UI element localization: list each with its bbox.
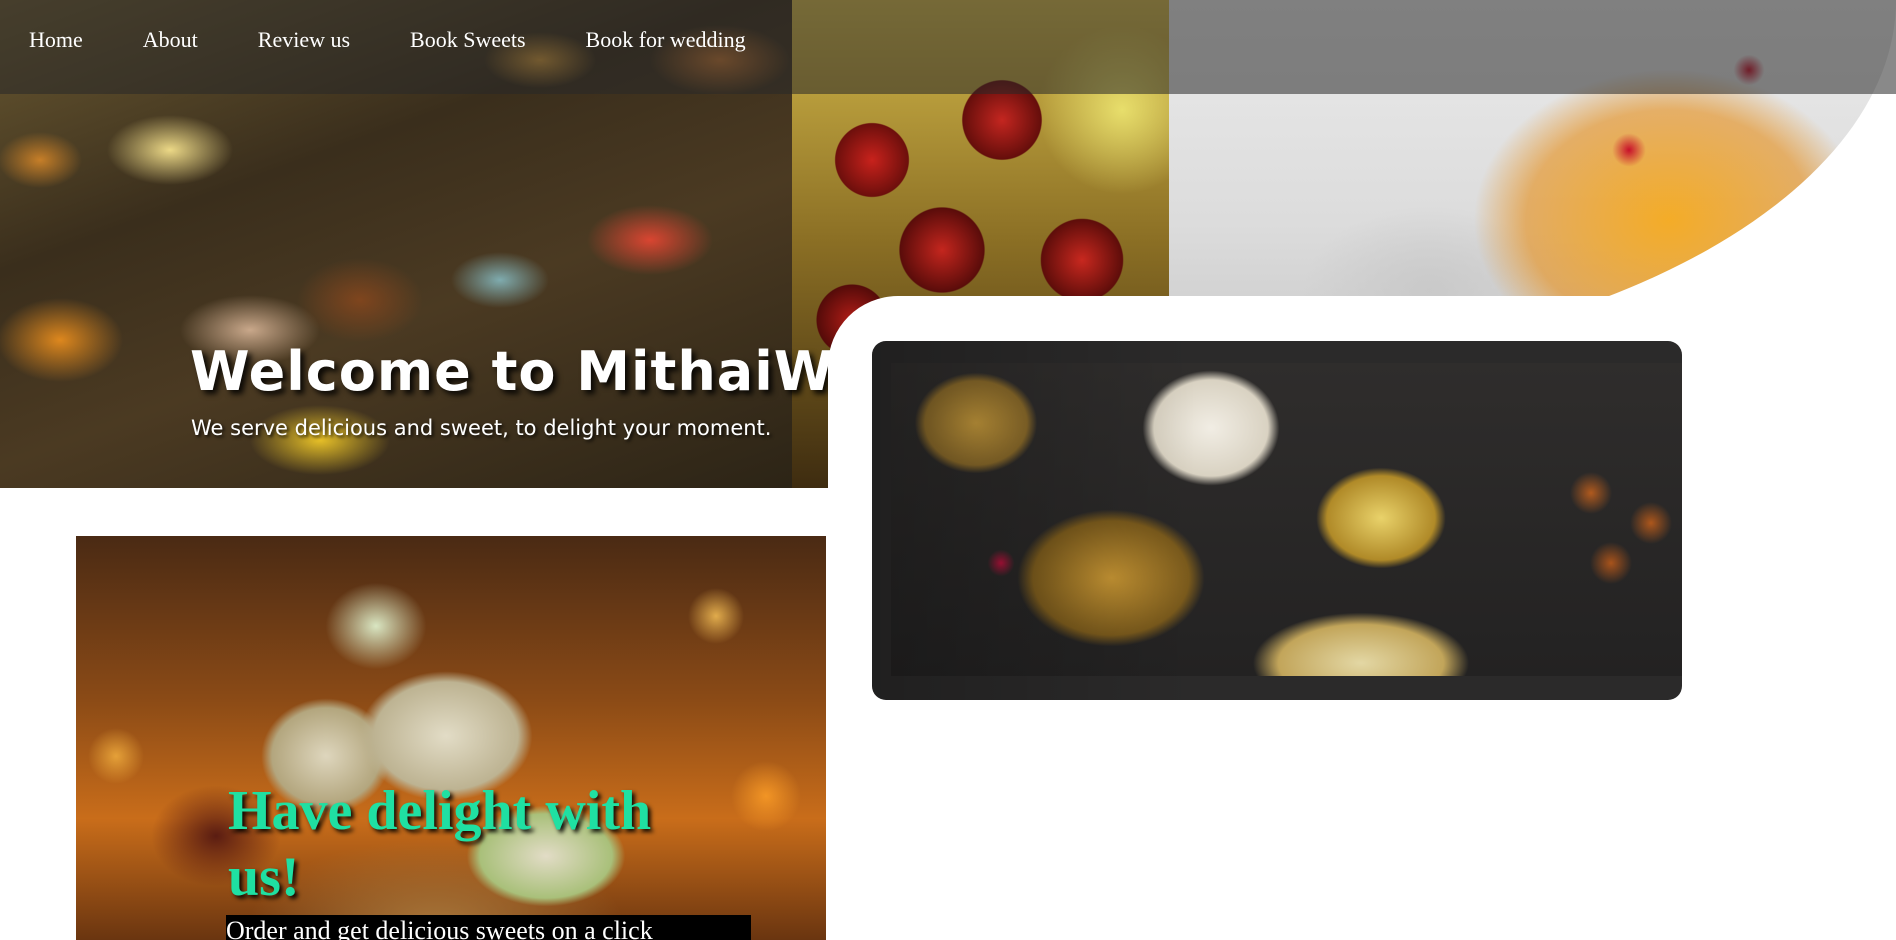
nav-link-review-us[interactable]: Review us — [258, 25, 350, 55]
nav-link-about[interactable]: About — [143, 25, 198, 55]
nav-link-book-for-wedding[interactable]: Book for wedding — [586, 25, 746, 55]
hero-subtitle: We serve delicious and sweet, to delight… — [191, 416, 772, 440]
hero-title: Welcome to MithaiWala — [190, 340, 927, 403]
promo-text: Order and get delicious sweets on a clic… — [226, 915, 751, 940]
festive-sweets-image — [872, 341, 1682, 700]
nav-link-home[interactable]: Home — [29, 25, 83, 55]
festive-sweets-photo — [891, 363, 1682, 676]
top-navbar: Home About Review us Book Sweets Book fo… — [0, 0, 1896, 94]
nav-link-book-sweets[interactable]: Book Sweets — [410, 25, 526, 55]
promo-heading: Have delight with us! — [228, 780, 652, 908]
